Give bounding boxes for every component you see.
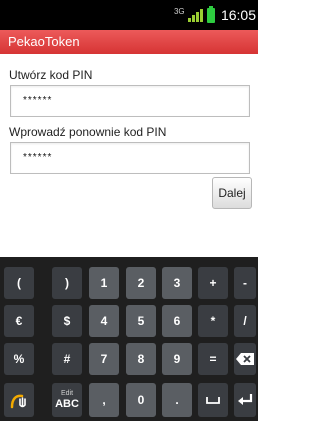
enter-icon — [238, 394, 253, 405]
key-comma[interactable]: , — [89, 383, 119, 417]
key-equals[interactable]: = — [198, 343, 228, 375]
key-9[interactable]: 9 — [162, 343, 192, 375]
key-edit-abc[interactable]: Edit ABC — [52, 383, 82, 417]
key-8[interactable]: 8 — [126, 343, 156, 375]
key-5[interactable]: 5 — [126, 305, 156, 337]
numeric-keyboard: ( ) 1 2 3 + - € $ 4 5 6 * / % # 7 8 9 = … — [0, 257, 258, 421]
key-plus[interactable]: + — [198, 267, 228, 299]
key-space[interactable] — [198, 383, 228, 417]
key-close-paren[interactable]: ) — [52, 267, 82, 299]
signal-strength-icon — [187, 8, 203, 22]
key-euro[interactable]: € — [4, 305, 34, 337]
key-dollar[interactable]: $ — [52, 305, 82, 337]
hand-icon — [10, 394, 26, 409]
key-enter[interactable] — [234, 383, 256, 417]
create-pin-input[interactable]: ****** — [10, 85, 250, 117]
backspace-icon — [236, 353, 254, 365]
edit-key-main-label: ABC — [55, 398, 79, 410]
key-asterisk[interactable]: * — [198, 305, 228, 337]
status-bar: 3G 16:05 — [0, 0, 258, 30]
key-1[interactable]: 1 — [89, 267, 119, 299]
key-0[interactable]: 0 — [126, 383, 156, 417]
network-type-label: 3G — [173, 7, 185, 16]
key-6[interactable]: 6 — [162, 305, 192, 337]
key-percent[interactable]: % — [4, 343, 34, 375]
key-4[interactable]: 4 — [89, 305, 119, 337]
key-open-paren[interactable]: ( — [4, 267, 34, 299]
space-icon — [206, 397, 220, 404]
edit-key-sub-label: Edit — [60, 390, 74, 397]
create-pin-label: Utwórz kod PIN — [9, 68, 93, 82]
app-title: PekaoToken — [8, 34, 80, 49]
key-hash[interactable]: # — [52, 343, 82, 375]
key-backspace[interactable] — [234, 343, 256, 375]
status-icons: 3G 16:05 — [174, 0, 258, 30]
status-time: 16:05 — [220, 7, 256, 23]
key-2[interactable]: 2 — [126, 267, 156, 299]
next-button[interactable]: Dalej — [212, 177, 252, 209]
app-title-bar: PekaoToken — [0, 30, 258, 54]
key-minus[interactable]: - — [234, 267, 256, 299]
create-pin-value: ****** — [23, 95, 53, 106]
key-gesture[interactable] — [4, 383, 34, 417]
key-3[interactable]: 3 — [162, 267, 192, 299]
key-slash[interactable]: / — [234, 305, 256, 337]
battery-icon — [206, 5, 215, 23]
key-period[interactable]: . — [162, 383, 192, 417]
key-7[interactable]: 7 — [89, 343, 119, 375]
confirm-pin-value: ****** — [23, 152, 53, 163]
confirm-pin-input[interactable]: ****** — [10, 142, 250, 174]
confirm-pin-label: Wprowadź ponownie kod PIN — [9, 125, 167, 139]
